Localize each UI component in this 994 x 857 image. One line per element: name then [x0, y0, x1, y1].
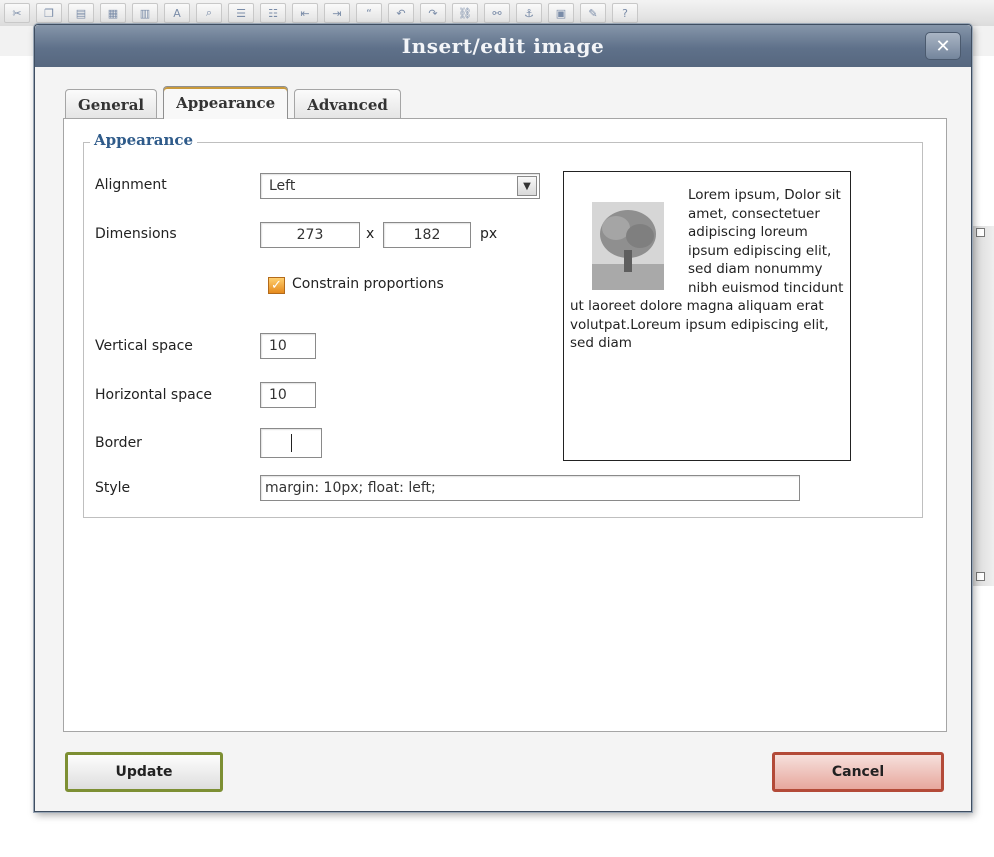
resize-handle[interactable] — [976, 228, 985, 237]
close-icon[interactable]: ✕ — [925, 32, 961, 60]
chevron-down-icon[interactable]: ▼ — [517, 176, 537, 196]
style-input[interactable]: margin: 10px; float: left; — [260, 475, 800, 501]
paste-word-icon[interactable]: ▥ — [132, 3, 158, 23]
constrain-proportions-label: Constrain proportions — [292, 276, 444, 292]
find-icon[interactable]: ⌕ — [196, 3, 222, 23]
alignment-label: Alignment — [95, 177, 167, 193]
horizontal-space-label: Horizontal space — [95, 387, 213, 403]
border-label: Border — [95, 435, 142, 451]
height-input[interactable]: 182 — [383, 222, 471, 248]
cancel-button[interactable]: Cancel — [772, 752, 944, 792]
vertical-space-label: Vertical space — [95, 338, 193, 354]
fieldset-legend: Appearance — [90, 131, 198, 149]
tab-general[interactable]: General — [65, 89, 158, 119]
resize-handle[interactable] — [976, 572, 985, 581]
undo-icon[interactable]: ↶ — [388, 3, 414, 23]
editor-toolbar: ✂ ❐ ▤ ▦ ▥ A ⌕ ☰ ☷ ⇤ ⇥ “ ↶ ↷ ⛓ ⚯ ⚓ ▣ ✎ ? — [0, 0, 994, 27]
anchor-icon[interactable]: ⚓ — [516, 3, 542, 23]
style-label: Style — [95, 480, 131, 496]
tab-advanced[interactable]: Advanced — [294, 89, 401, 119]
tab-bar: General Appearance Advanced — [65, 86, 407, 119]
preview-image — [592, 202, 664, 290]
dialog-titlebar[interactable]: Insert/edit image ✕ — [35, 25, 971, 67]
horizontal-space-input[interactable]: 10 — [260, 382, 316, 408]
editor-image-edge — [972, 226, 994, 586]
numbered-list-icon[interactable]: ☷ — [260, 3, 286, 23]
update-button[interactable]: Update — [65, 752, 223, 792]
copy-icon[interactable]: ❐ — [36, 3, 62, 23]
vertical-space-input[interactable]: 10 — [260, 333, 316, 359]
dimensions-label: Dimensions — [95, 226, 177, 242]
width-input[interactable]: 273 — [260, 222, 360, 248]
unlink-icon[interactable]: ⚯ — [484, 3, 510, 23]
link-icon[interactable]: ⛓ — [452, 3, 478, 23]
alignment-select[interactable]: Left ▼ — [260, 173, 540, 199]
dialog-title: Insert/edit image — [401, 34, 605, 58]
tab-appearance[interactable]: Appearance — [163, 86, 289, 119]
text-caret — [290, 434, 292, 452]
dimension-unit: px — [480, 226, 498, 242]
cut-icon[interactable]: ✂ — [4, 3, 30, 23]
border-input[interactable] — [260, 428, 322, 458]
alignment-preview: Lorem ipsum, Dolor sit amet, consectetue… — [563, 171, 851, 461]
paste-text-icon[interactable]: ▦ — [100, 3, 126, 23]
outdent-icon[interactable]: ⇤ — [292, 3, 318, 23]
paste-icon[interactable]: ▤ — [68, 3, 94, 23]
redo-icon[interactable]: ↷ — [420, 3, 446, 23]
bullet-list-icon[interactable]: ☰ — [228, 3, 254, 23]
image-icon[interactable]: ▣ — [548, 3, 574, 23]
constrain-proportions-checkbox[interactable]: ✓ — [268, 277, 285, 294]
indent-icon[interactable]: ⇥ — [324, 3, 350, 23]
tree-icon — [592, 202, 664, 290]
cleanup-icon[interactable]: ✎ — [580, 3, 606, 23]
alignment-value: Left — [269, 178, 296, 194]
blockquote-icon[interactable]: “ — [356, 3, 382, 23]
insert-edit-image-dialog: Insert/edit image ✕ General Appearance A… — [34, 24, 972, 812]
spellcheck-icon[interactable]: A — [164, 3, 190, 23]
help-icon[interactable]: ? — [612, 3, 638, 23]
dimension-separator: x — [366, 226, 375, 242]
